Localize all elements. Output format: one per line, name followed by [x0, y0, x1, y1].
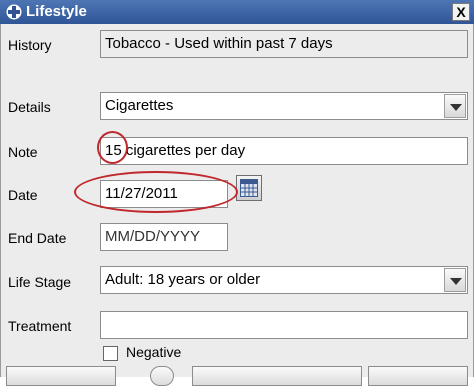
- note-input[interactable]: 15 cigarettes per day: [100, 137, 468, 165]
- window-title: Lifestyle: [26, 3, 87, 20]
- date-input[interactable]: 11/27/2011: [100, 180, 228, 208]
- end-date-label: End Date: [8, 230, 67, 246]
- bottom-button-1[interactable]: [6, 366, 116, 386]
- bottom-button-2[interactable]: [150, 366, 174, 386]
- chevron-down-icon[interactable]: [444, 94, 466, 118]
- bottom-button-4[interactable]: [368, 366, 468, 386]
- treatment-input[interactable]: [100, 311, 468, 339]
- history-label: History: [8, 37, 52, 53]
- chevron-down-icon[interactable]: [444, 268, 466, 292]
- treatment-label: Treatment: [8, 318, 72, 334]
- life-stage-select[interactable]: Adult: 18 years or older: [100, 266, 468, 294]
- lifestyle-cross-icon: [6, 4, 22, 20]
- title-bar: Lifestyle X: [0, 0, 474, 24]
- history-field: Tobacco - Used within past 7 days: [100, 30, 468, 58]
- details-value: Cigarettes: [105, 97, 174, 114]
- calendar-button[interactable]: [236, 175, 262, 201]
- date-label: Date: [8, 187, 38, 203]
- end-date-input[interactable]: MM/DD/YYYY: [100, 223, 228, 251]
- bottom-button-3[interactable]: [192, 366, 362, 386]
- negative-label: Negative: [126, 344, 182, 360]
- negative-checkbox[interactable]: [103, 346, 118, 361]
- life-stage-value: Adult: 18 years or older: [105, 271, 261, 288]
- calendar-icon: [240, 179, 258, 197]
- life-stage-label: Life Stage: [8, 274, 72, 290]
- close-button[interactable]: X: [452, 3, 470, 21]
- details-label: Details: [8, 99, 51, 115]
- note-label: Note: [8, 144, 38, 160]
- details-select[interactable]: Cigarettes: [100, 92, 468, 120]
